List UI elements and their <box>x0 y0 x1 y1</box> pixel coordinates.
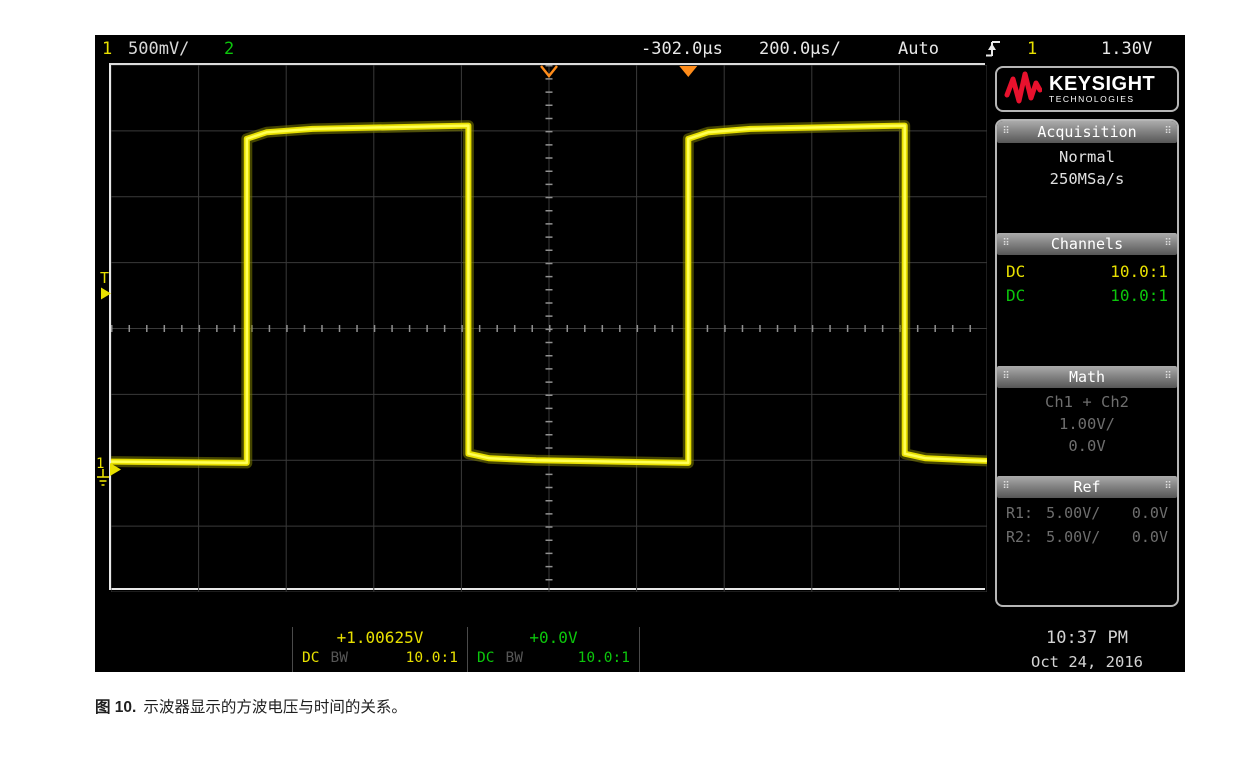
channel1-coupling: DC <box>1006 260 1025 284</box>
ref1-row: R1: 5.00V/ 0.0V <box>997 501 1177 525</box>
clock-time: 10:37 PM <box>995 628 1179 648</box>
ch1-ground-icon: 1 <box>95 455 123 489</box>
channels-title: Channels <box>1015 233 1159 255</box>
ch1-info-box[interactable]: +1.00625V DC BW 10.0:1 <box>292 627 467 672</box>
section-header-math[interactable]: ⠿ Math ⠿ <box>997 366 1177 388</box>
ref1-scale: 5.00V/ <box>1046 501 1100 525</box>
acquisition-sample-rate: 250MSa/s <box>997 168 1177 190</box>
drag-grip-icon: ⠿ <box>1159 476 1177 498</box>
channel1-row: DC 10.0:1 <box>997 260 1177 284</box>
horizontal-scale: 200.0µs/ <box>759 39 841 59</box>
ch2-offset-value: +0.0V <box>468 627 639 649</box>
ch1-coupling: DC <box>302 649 319 669</box>
trigger-source: 1 <box>1027 39 1037 59</box>
math-title: Math <box>1015 366 1159 388</box>
ref2-scale: 5.00V/ <box>1046 525 1100 549</box>
clock-date: Oct 24, 2016 <box>995 653 1179 671</box>
ch1-number: 1 <box>102 39 112 59</box>
trigger-level-letter: T <box>100 271 118 286</box>
keysight-spark-icon <box>1004 70 1042 108</box>
drag-grip-icon: ⠿ <box>1159 121 1177 143</box>
drag-grip-icon: ⠿ <box>997 233 1015 255</box>
ch2-settings-row: DC BW 10.0:1 <box>468 649 639 669</box>
oscilloscope-screen: 1 500mV/ 2 -302.0µs 200.0µs/ Auto 1 1.30… <box>95 35 1185 672</box>
section-header-acquisition[interactable]: ⠿ Acquisition ⠿ <box>997 121 1177 143</box>
ch2-info-box[interactable]: +0.0V DC BW 10.0:1 <box>467 627 640 672</box>
section-header-ref[interactable]: ⠿ Ref ⠿ <box>997 476 1177 498</box>
ch1-offset-value: +1.00625V <box>293 627 467 649</box>
ch1-probe-ratio: 10.0:1 <box>406 649 458 669</box>
caption-text: 示波器显示的方波电压与时间的关系。 <box>143 699 407 716</box>
square-wave-trace <box>111 65 987 592</box>
trigger-mode: Auto <box>898 39 939 59</box>
drag-grip-icon: ⠿ <box>1159 366 1177 388</box>
ref2-offset: 0.0V <box>1132 525 1168 549</box>
waveform-display <box>109 63 985 590</box>
channel2-probe: 10.0:1 <box>1110 284 1168 308</box>
ch2-number: 2 <box>224 39 234 59</box>
acquisition-title: Acquisition <box>1015 121 1159 143</box>
drag-grip-icon: ⠿ <box>997 121 1015 143</box>
horizontal-delay: -302.0µs <box>641 39 723 59</box>
math-scale: 1.00V/ <box>997 413 1177 435</box>
channel1-probe: 10.0:1 <box>1110 260 1168 284</box>
ch2-probe-ratio: 10.0:1 <box>578 649 630 669</box>
rising-edge-trigger-icon <box>985 39 1001 58</box>
acquisition-mode: Normal <box>997 146 1177 168</box>
ch2-coupling: DC <box>477 649 494 669</box>
math-offset: 0.0V <box>997 435 1177 457</box>
trigger-level-marker[interactable]: T <box>100 271 118 300</box>
logo-sub-text: TECHNOLOGIES <box>1049 95 1155 104</box>
drag-grip-icon: ⠿ <box>997 366 1015 388</box>
caption-label: 图 10. <box>95 699 136 716</box>
ch2-bandwidth-limit: BW <box>505 649 522 669</box>
keysight-logo: KEYSIGHT TECHNOLOGIES <box>995 66 1179 112</box>
drag-grip-icon: ⠿ <box>997 476 1015 498</box>
status-bar: 1 500mV/ 2 -302.0µs 200.0µs/ Auto 1 1.30… <box>95 35 1185 63</box>
trigger-level-arrow-icon <box>100 287 112 300</box>
math-expression: Ch1 + Ch2 <box>997 391 1177 413</box>
ch1-bandwidth-limit: BW <box>330 649 347 669</box>
channel2-coupling: DC <box>1006 284 1025 308</box>
ch1-scale: 500mV/ <box>128 39 189 59</box>
figure-caption: 图 10. 示波器显示的方波电压与时间的关系。 <box>95 695 407 717</box>
ch1-ground-marker[interactable]: 1 <box>95 455 123 493</box>
trigger-level-value: 1.30V <box>1101 39 1152 59</box>
channel2-row: DC 10.0:1 <box>997 284 1177 308</box>
ch1-settings-row: DC BW 10.0:1 <box>293 649 467 669</box>
logo-brand-text: KEYSIGHT <box>1049 74 1155 94</box>
ref-title: Ref <box>1015 476 1159 498</box>
drag-grip-icon: ⠿ <box>1159 233 1177 255</box>
ref1-offset: 0.0V <box>1132 501 1168 525</box>
ref2-name: R2: <box>1006 525 1033 549</box>
section-header-channels[interactable]: ⠿ Channels ⠿ <box>997 233 1177 255</box>
ref1-name: R1: <box>1006 501 1033 525</box>
ref2-row: R2: 5.00V/ 0.0V <box>997 525 1177 549</box>
sidebar-panel: ⠿ Acquisition ⠿ Normal 250MSa/s ⠿ Channe… <box>995 119 1179 607</box>
